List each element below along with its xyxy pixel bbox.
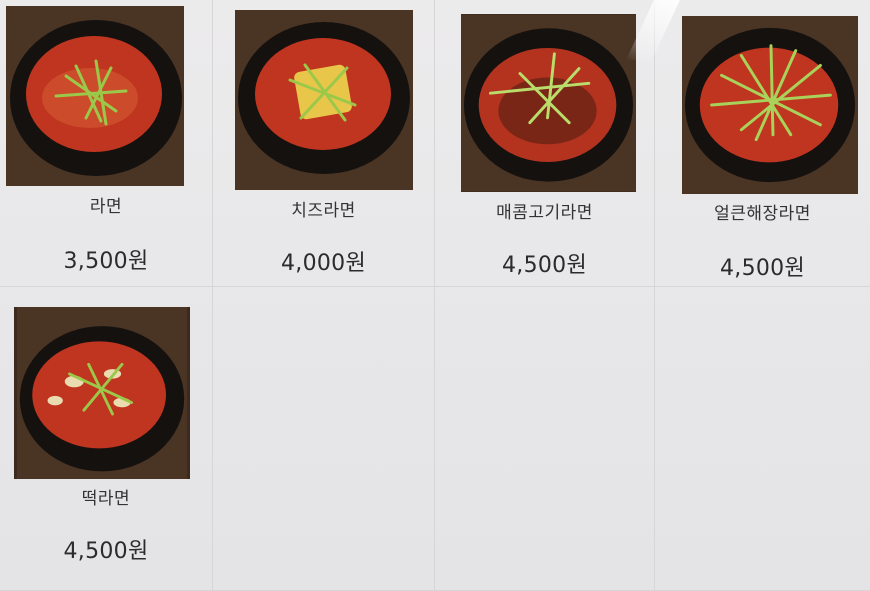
hangover-ramen-bowl-icon bbox=[682, 16, 858, 194]
menu-item-name: 얼큰해장라면 bbox=[714, 204, 811, 224]
menu-item-price: 4,500원 bbox=[63, 539, 149, 564]
ramen-photo-icon bbox=[6, 6, 184, 186]
menu-item-name: 매콤고기라면 bbox=[496, 203, 593, 223]
empty-cell bbox=[655, 287, 870, 591]
rice-cake-ramen-bowl-icon bbox=[16, 307, 188, 479]
spicy-meat-ramen-photo-icon bbox=[461, 14, 636, 192]
menu-item-price: 4,000원 bbox=[280, 251, 367, 276]
spicy-meat-ramen-bowl-icon bbox=[461, 14, 636, 192]
empty-cell bbox=[213, 287, 435, 591]
menu-item-name: 치즈라면 bbox=[291, 201, 356, 221]
cheese-ramen-photo-icon bbox=[235, 10, 413, 190]
menu-grid: 라면 3,500원 치즈라면 4,000원 매콤고기라면 4,500원 얼큰해장… bbox=[0, 0, 870, 591]
menu-item-rice-cake-ramen[interactable]: 떡라면 4,500원 bbox=[0, 287, 213, 591]
menu-item-cheese-ramen[interactable]: 치즈라면 4,000원 bbox=[213, 0, 435, 287]
hangover-ramen-photo-icon bbox=[682, 16, 858, 194]
menu-item-name: 떡라면 bbox=[81, 489, 131, 509]
rice-cake-ramen-photo-icon bbox=[14, 307, 190, 479]
empty-cell bbox=[435, 287, 655, 591]
kiosk-screen: 라면 3,500원 치즈라면 4,000원 매콤고기라면 4,500원 얼큰해장… bbox=[0, 0, 870, 591]
menu-item-ramen[interactable]: 라면 3,500원 bbox=[0, 0, 213, 287]
menu-item-price: 4,500원 bbox=[501, 253, 588, 278]
menu-item-price: 4,500원 bbox=[719, 256, 806, 281]
menu-item-price: 3,500원 bbox=[63, 249, 149, 274]
menu-item-spicy-meat-ramen[interactable]: 매콤고기라면 4,500원 bbox=[435, 0, 655, 287]
cheese-ramen-bowl-icon bbox=[235, 10, 413, 190]
menu-item-name: 라면 bbox=[89, 197, 123, 217]
ramen-bowl-icon bbox=[6, 6, 184, 186]
menu-item-hangover-ramen[interactable]: 얼큰해장라면 4,500원 bbox=[655, 0, 870, 287]
